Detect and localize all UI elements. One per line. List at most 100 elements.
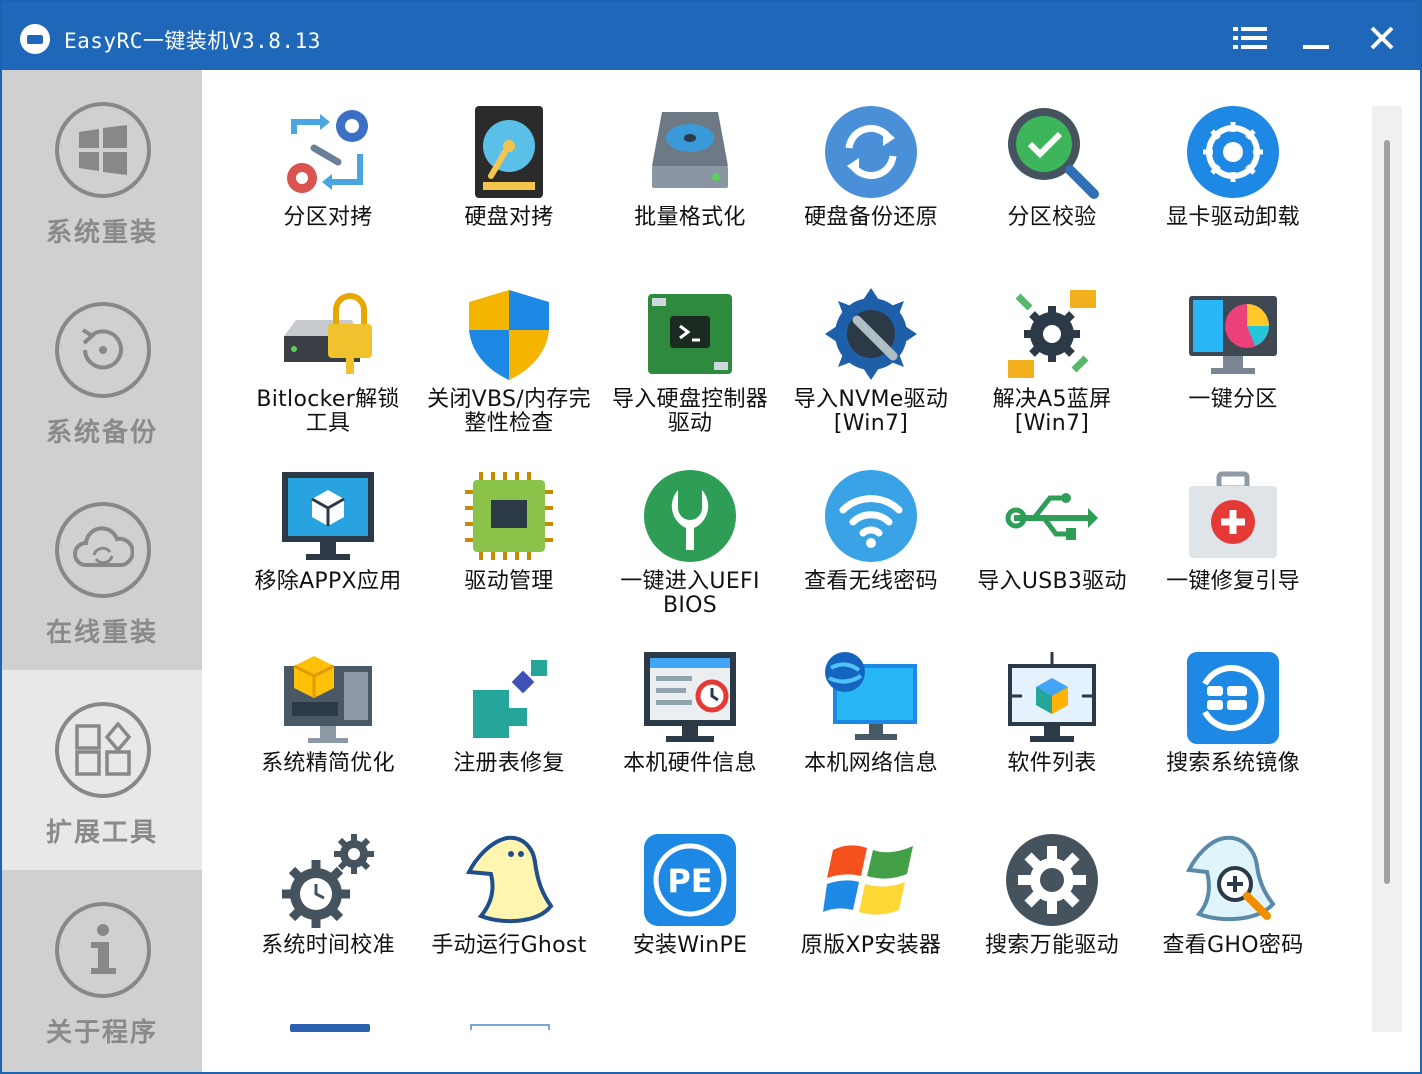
tool-system-optimize[interactable]: 系统精简优化: [242, 616, 414, 786]
tool-label: 关闭VBS/内存完 整性检查: [427, 387, 591, 436]
wifi-password-icon: [825, 470, 917, 562]
tool-universal-driver[interactable]: 搜索万能驱动: [966, 798, 1138, 968]
bsod-fix-icon: [1008, 290, 1096, 378]
sidebar-item-label: 关于程序: [45, 1018, 158, 1048]
tool-enter-uefi-bios[interactable]: 一键进入UEFI BIOS: [604, 434, 776, 618]
scrollbar-thumb[interactable]: [1384, 140, 1390, 884]
network-info-icon: [825, 652, 917, 740]
shield-icon: [469, 290, 549, 380]
tool-label: 批量格式化: [634, 205, 746, 230]
tool-label: 软件列表: [1007, 751, 1097, 776]
sidebar: 系统重装 系统备份 在线重装 扩展工具 关于程序: [2, 70, 202, 1072]
menu-icon: [1233, 27, 1267, 49]
tool-label: 搜索系统镜像: [1166, 751, 1300, 776]
tool-label: Bitlocker解锁 工具: [256, 387, 400, 436]
usb3-driver-icon: [1005, 493, 1098, 540]
tool-label: 系统时间校准: [261, 933, 395, 958]
universal-driver-icon: [1006, 834, 1098, 926]
tool-label: 一键分区: [1188, 387, 1278, 412]
sidebar-item-online-reinstall[interactable]: 在线重装: [2, 470, 202, 670]
tool-disk-controller-driver[interactable]: 导入硬盘控制器 驱动: [604, 252, 776, 436]
minimize-icon: [1303, 45, 1329, 49]
tool-manual-run-ghost[interactable]: 手动运行Ghost: [423, 798, 595, 968]
tool-label: 系统精简优化: [261, 751, 395, 776]
sidebar-item-system-reinstall[interactable]: 系统重装: [2, 70, 202, 270]
gpu-driver-uninstall-icon: [1187, 106, 1279, 198]
sidebar-item-label: 扩展工具: [45, 818, 158, 848]
disk-backup-restore-icon: [825, 106, 917, 198]
hardware-info-icon: [644, 652, 736, 742]
tool-usb3-driver[interactable]: 导入USB3驱动: [966, 434, 1138, 604]
menu-button[interactable]: [1228, 16, 1272, 60]
tool-label: 导入硬盘控制器 驱动: [611, 387, 769, 436]
minimize-button[interactable]: [1294, 16, 1338, 60]
tool-hardware-info[interactable]: 本机硬件信息: [604, 616, 776, 786]
tool-batch-format[interactable]: 批量格式化: [604, 70, 776, 240]
tool-view-wifi-password[interactable]: 查看无线密码: [785, 434, 957, 604]
tools-panel: 分区对拷 硬盘对拷 批量格式化 硬盘备份还原 分区校验 显卡驱动卸载 Bitlo…: [202, 70, 1420, 1072]
backup-restore-icon: [55, 302, 151, 398]
tool-label: 手动运行Ghost: [431, 933, 587, 958]
title-bar[interactable]: EasyRC一键装机V3.8.13: [2, 2, 1420, 70]
driver-manager-icon: [465, 472, 553, 560]
apps-grid-icon: [55, 702, 151, 798]
quick-partition-icon: [1189, 296, 1277, 374]
tool-label: 本机网络信息: [804, 751, 938, 776]
nvme-driver-icon: [825, 288, 917, 380]
partition-check-icon: [1008, 108, 1099, 199]
registry-repair-icon: [473, 660, 547, 738]
tool-label: 注册表修复: [453, 751, 565, 776]
svg-text:PE: PE: [667, 862, 712, 900]
sidebar-item-extension-tools[interactable]: 扩展工具: [2, 670, 202, 870]
tool-software-list[interactable]: 软件列表: [966, 616, 1138, 786]
tool-time-sync[interactable]: 系统时间校准: [242, 798, 414, 968]
tool-label: 解决A5蓝屏 [Win7]: [992, 387, 1112, 436]
tool-partition-check[interactable]: 分区校验: [966, 70, 1138, 240]
uefi-bios-icon: [644, 470, 736, 562]
tool-bitlocker-unlock[interactable]: Bitlocker解锁 工具: [242, 252, 414, 436]
tool-install-winpe[interactable]: PE 安装WinPE: [604, 798, 776, 968]
tool-quick-partition[interactable]: 一键分区: [1147, 252, 1319, 422]
windows-logo-icon: [55, 102, 151, 198]
tool-label: 移除APPX应用: [254, 569, 402, 594]
tool-fix-a5-bsod[interactable]: 解决A5蓝屏 [Win7]: [966, 252, 1138, 436]
boot-repair-icon: [1189, 471, 1277, 558]
sidebar-item-system-backup[interactable]: 系统备份: [2, 270, 202, 470]
tool-network-info[interactable]: 本机网络信息: [785, 616, 957, 786]
tool-gpu-driver-uninstall[interactable]: 显卡驱动卸载: [1147, 70, 1319, 240]
tool-disable-vbs[interactable]: 关闭VBS/内存完 整性检查: [423, 252, 595, 436]
partition-copy-icon: [287, 110, 368, 193]
tool-label: 搜索万能驱动: [985, 933, 1119, 958]
system-optimize-icon: [284, 656, 372, 743]
tool-label: 分区对拷: [283, 205, 373, 230]
tool-driver-manager[interactable]: 驱动管理: [423, 434, 595, 604]
ghost-icon: [465, 835, 554, 924]
tool-partial-row: [290, 1024, 640, 1032]
tool-view-gho-password[interactable]: 查看GHO密码: [1147, 798, 1319, 968]
tool-label: 硬盘备份还原: [804, 205, 938, 230]
tool-remove-appx[interactable]: 移除APPX应用: [242, 434, 414, 604]
tool-disk-backup-restore[interactable]: 硬盘备份还原: [785, 70, 957, 240]
tool-label: 一键修复引导: [1166, 569, 1300, 594]
tool-boot-repair[interactable]: 一键修复引导: [1147, 434, 1319, 604]
app-logo-icon: [20, 24, 50, 54]
tool-label: 显卡驱动卸载: [1166, 205, 1300, 230]
bitlocker-unlock-icon: [284, 293, 372, 374]
tool-partition-copy[interactable]: 分区对拷: [242, 70, 414, 240]
vertical-scrollbar[interactable]: [1372, 106, 1402, 1032]
tool-search-system-image[interactable]: 搜索系统镜像: [1147, 616, 1319, 786]
sidebar-item-about[interactable]: 关于程序: [2, 870, 202, 1070]
app-window: EasyRC一键装机V3.8.13 系统重装 系统备份 在线重装 扩展工具 关于…: [0, 0, 1422, 1074]
tool-label: 分区校验: [1007, 205, 1097, 230]
tool-label: 硬盘对拷: [464, 205, 554, 230]
tool-label: 安装WinPE: [632, 933, 748, 958]
close-button[interactable]: [1360, 16, 1404, 60]
tool-label: 查看无线密码: [804, 569, 938, 594]
tool-label: 导入USB3驱动: [977, 569, 1127, 594]
window-title: EasyRC一键装机V3.8.13: [64, 29, 321, 53]
tool-xp-installer[interactable]: 原版XP安装器: [785, 798, 957, 968]
tool-registry-repair[interactable]: 注册表修复: [423, 616, 595, 786]
tool-hard-disk-copy[interactable]: 硬盘对拷: [423, 70, 595, 240]
tool-nvme-driver[interactable]: 导入NVMe驱动 [Win7]: [785, 252, 957, 436]
cloud-sync-icon: [55, 502, 151, 598]
